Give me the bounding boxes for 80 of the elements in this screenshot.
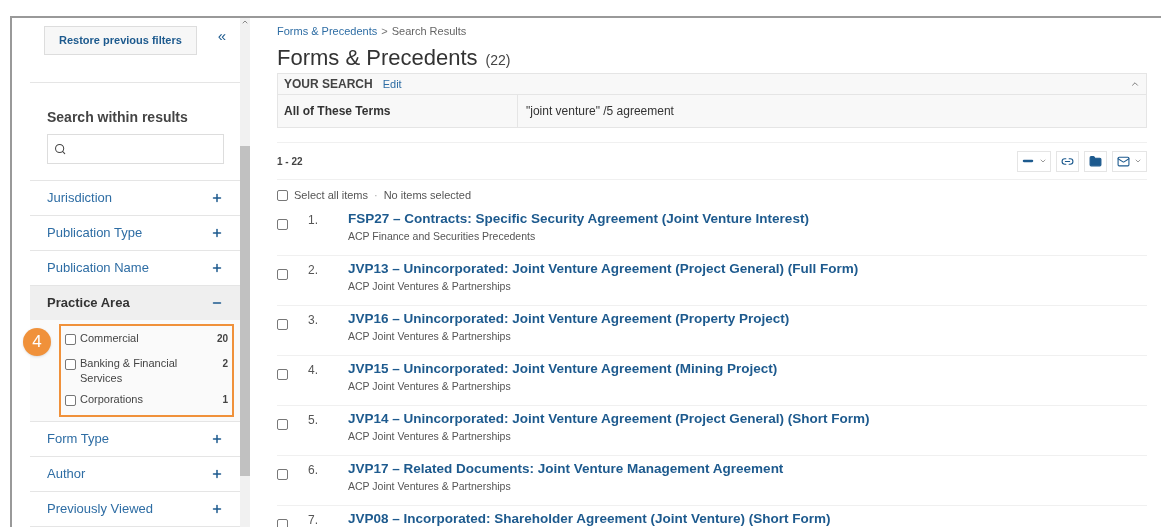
search-within-heading: Search within results — [47, 108, 189, 128]
separator-dot: · — [374, 188, 378, 204]
facet-header[interactable]: Author — [30, 457, 240, 491]
checkbox[interactable] — [277, 190, 288, 201]
caret-icon — [1039, 157, 1047, 165]
search-icon — [54, 142, 67, 157]
result-source: ACP Joint Ventures & Partnerships — [348, 279, 512, 295]
expand-icon — [211, 468, 223, 480]
checkbox[interactable] — [277, 219, 288, 230]
result-source: ACP Joint Ventures & Partnerships — [348, 329, 512, 345]
edit-link[interactable]: Edit — [382, 75, 402, 93]
facet-header[interactable]: Jurisdiction — [30, 181, 240, 215]
breadcrumb-link[interactable]: Forms & Precedents — [277, 23, 378, 41]
facet-header[interactable]: Practice Area — [30, 286, 240, 320]
result-title-link[interactable]: JVP16 – Unincorporated: Joint Venture Agreement (Property Project) — [348, 309, 790, 330]
page-title: Forms & Precedents — [277, 44, 478, 72]
expand-icon — [211, 262, 223, 274]
collapse-icon[interactable] — [1130, 79, 1140, 89]
checkbox[interactable] — [277, 369, 288, 380]
result-number: 6. — [307, 462, 319, 479]
result-number: 7. — [307, 512, 319, 527]
scroll-up-icon[interactable] — [241, 18, 249, 26]
folder-button[interactable] — [1084, 150, 1107, 172]
checkbox[interactable] — [277, 269, 288, 280]
expand-icon — [211, 227, 223, 239]
checkbox[interactable] — [277, 419, 288, 430]
checkbox[interactable] — [277, 519, 288, 527]
term-label: All of These Terms — [278, 95, 518, 127]
checkbox[interactable] — [277, 319, 288, 330]
term-value: "joint venture" /5 agreement — [525, 103, 675, 120]
checkbox[interactable] — [65, 358, 76, 370]
option-count: 20 — [216, 332, 228, 346]
result-number: 2. — [307, 262, 319, 279]
checkbox[interactable] — [65, 394, 76, 406]
result-source: ACP Joint Ventures & Partnerships — [348, 429, 512, 445]
facet-header[interactable]: Publication Name — [30, 251, 240, 285]
facet-header[interactable]: Previously Viewed — [30, 492, 240, 526]
link-button[interactable] — [1056, 150, 1079, 172]
option-count: 2 — [222, 356, 228, 371]
scrollbar-thumb[interactable] — [240, 146, 250, 476]
mail-icon — [1117, 154, 1130, 168]
search-field[interactable] — [47, 134, 224, 165]
breadcrumb-current: Search Results — [391, 24, 467, 39]
expand-icon — [211, 433, 223, 445]
your-search-label: YOUR SEARCH — [284, 76, 373, 93]
selection-status: No items selected — [383, 188, 472, 204]
result-count: (22) — [485, 51, 511, 70]
result-title-link[interactable]: JVP17 – Related Documents: Joint Venture Management Agreement — [348, 459, 784, 480]
option-label[interactable]: Banking & Financial Services — [80, 355, 219, 386]
folder-icon — [1089, 154, 1102, 168]
view-menu-button[interactable] — [1017, 150, 1051, 172]
expand-icon — [211, 192, 223, 204]
result-source: ACP Joint Ventures & Partnerships — [348, 479, 512, 495]
restore-filters-button[interactable]: Restore previous filters — [44, 26, 197, 55]
facet-header[interactable]: Form Type — [30, 422, 240, 456]
result-number: 4. — [307, 362, 319, 379]
result-number: 3. — [307, 312, 319, 329]
facet-header[interactable]: Publication Type — [30, 216, 240, 250]
option-count: 1 — [222, 392, 228, 407]
option-label[interactable]: Commercial — [80, 331, 213, 346]
caret-icon — [1134, 157, 1142, 165]
result-number: 1. — [307, 212, 319, 229]
collapse-button[interactable]: « — [217, 26, 226, 43]
result-number: 5. — [307, 412, 319, 429]
range-text: 1 - 22 — [277, 154, 303, 169]
step-badge: 4 — [23, 328, 51, 356]
result-title-link[interactable]: JVP14 – Unincorporated: Joint Venture Agreement (Project General) (Short Form) — [348, 409, 870, 430]
result-title-link[interactable]: JVP15 – Unincorporated: Joint Venture Agreement (Mining Project) — [348, 359, 778, 380]
email-menu-button[interactable] — [1112, 150, 1147, 172]
option-label[interactable]: Corporations — [80, 391, 219, 407]
result-title-link[interactable]: FSP27 – Contracts: Specific Security Agreement (Joint Venture Interest) — [348, 209, 809, 230]
expand-icon — [211, 503, 223, 515]
checkbox[interactable] — [277, 469, 288, 480]
breadcrumb-separator: > — [381, 24, 388, 39]
result-title-link[interactable]: JVP13 – Unincorporated: Joint Venture Agreement (Project General) (Full Form) — [348, 259, 859, 280]
result-source: ACP Joint Ventures & Partnerships — [348, 379, 512, 395]
checkbox[interactable] — [65, 334, 76, 345]
result-title-link[interactable]: JVP08 – Incorporated: Shareholder Agreement (Joint Venture) (Short Form) — [348, 509, 831, 527]
result-source: ACP Finance and Securities Precedents — [348, 229, 537, 245]
select-all-label[interactable]: Select all items — [294, 187, 368, 204]
